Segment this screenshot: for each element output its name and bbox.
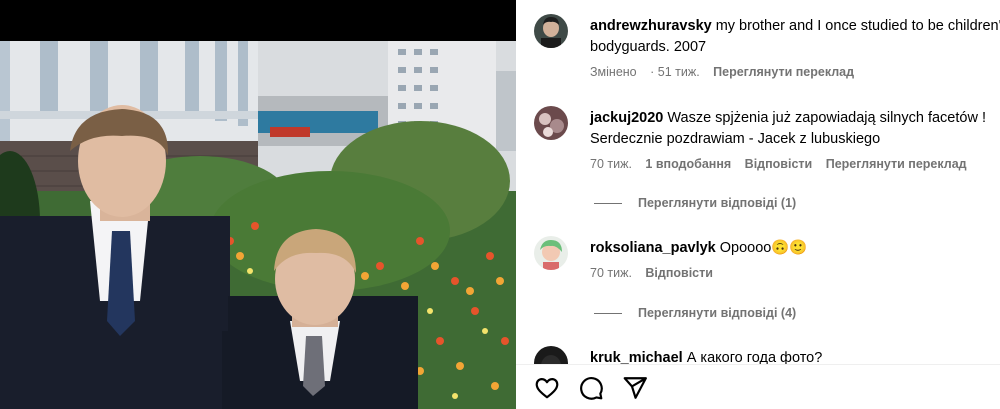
comment-time: 70 тиж. (590, 157, 632, 171)
see-translation-link[interactable]: Переглянути переклад (826, 157, 967, 171)
avatar[interactable] (534, 346, 568, 364)
replies-divider (594, 203, 622, 205)
reply-button[interactable]: Відповісти (745, 157, 813, 171)
post-photo (0, 41, 516, 409)
heart-icon[interactable] (534, 375, 560, 401)
comment-body: jackuj2020 Wasze spjżenia już zapowiadają… (590, 108, 1000, 171)
username[interactable]: andrewzhuravsky (590, 18, 712, 34)
comment-meta: 70 тиж. 1 вподобання Відповісти Переглян… (590, 157, 1000, 171)
caption-body: andrewzhuravsky my brother and I once stu… (590, 16, 1000, 79)
comments-panel: andrewzhuravsky my brother and I once stu… (516, 0, 1000, 409)
share-icon[interactable] (622, 375, 648, 401)
see-translation-link[interactable]: Переглянути переклад (713, 65, 854, 79)
replies-divider (594, 313, 622, 315)
view-replies-button[interactable]: Переглянути відповіді (4) (594, 306, 796, 320)
action-bar (516, 364, 1000, 409)
edited-label: Змінено · 51 тиж. (590, 65, 700, 79)
comment-meta: 70 тиж. Відповісти (590, 266, 1000, 280)
comment-text: Ороооо🙃🙂 (719, 240, 808, 256)
comment-text-block: roksoliana_pavlyk Ороооо🙃🙂 (590, 238, 1000, 259)
likes-count[interactable]: 1 вподобання (645, 157, 731, 171)
username[interactable]: jackuj2020 (590, 110, 663, 126)
comment-time: 70 тиж. (590, 266, 632, 280)
comment-text-block: kruk_michael А какого года фото? (590, 348, 1000, 364)
comment-text: А какого года фото? (686, 350, 823, 364)
post-media (0, 0, 516, 409)
photo-illustration (0, 41, 516, 409)
view-replies-button[interactable]: Переглянути відповіді (1) (594, 196, 796, 210)
comment-body: roksoliana_pavlyk Ороооо🙃🙂 70 тиж. Відпов… (590, 238, 1000, 280)
avatar[interactable] (534, 14, 568, 48)
comments-list[interactable]: andrewzhuravsky my brother and I once stu… (516, 0, 1000, 364)
username[interactable]: roksoliana_pavlyk (590, 240, 716, 256)
comment-text-block: jackuj2020 Wasze spjżenia już zapowiadają… (590, 108, 1000, 150)
comment-body: kruk_michael А какого года фото? (590, 348, 1000, 364)
comment-icon[interactable] (578, 375, 604, 401)
caption-text: andrewzhuravsky my brother and I once stu… (590, 16, 1000, 58)
username[interactable]: kruk_michael (590, 350, 683, 364)
reply-button[interactable]: Відповісти (645, 266, 713, 280)
avatar[interactable] (534, 106, 568, 140)
avatar[interactable] (534, 236, 568, 270)
comment-meta: Змінено · 51 тиж. Переглянути переклад (590, 65, 1000, 79)
